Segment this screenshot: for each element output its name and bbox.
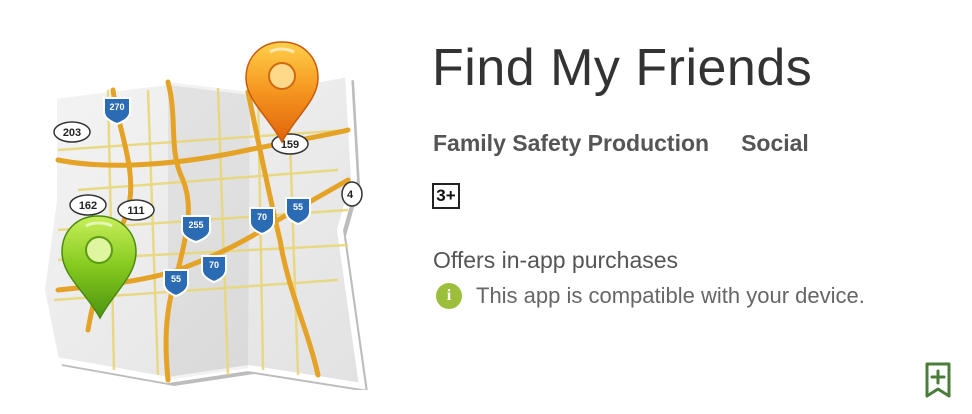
shield-255: 255 [181,215,211,244]
map-icon: 270 203 159 162 111 255 70 55 70 55 4 [38,41,368,390]
oval-159: 159 [271,133,309,155]
svg-text:55: 55 [293,202,303,212]
svg-text:159: 159 [281,139,299,151]
compatibility-text: This app is compatible with your device. [476,283,865,308]
svg-text:255: 255 [188,220,203,230]
shield-70-upper: 70 [249,207,275,236]
svg-text:203: 203 [63,127,81,139]
content-rating-badge: 3+ [432,183,460,209]
svg-text:162: 162 [79,200,97,212]
category-link[interactable]: Social [741,130,809,157]
app-card: 270 203 159 162 111 255 70 55 70 55 4 Fi… [0,0,972,414]
app-title: Find My Friends [432,39,813,97]
shield-70-lower: 70 [201,255,227,284]
svg-text:55: 55 [171,274,181,284]
info-circle-icon: i [436,283,462,309]
svg-text:70: 70 [209,260,219,270]
oval-162: 162 [69,194,107,216]
in-app-purchases-notice: Offers in-app purchases [433,247,679,273]
shield-55-right: 55 [285,197,311,226]
oval-203: 203 [53,121,91,143]
wishlist-button[interactable] [924,362,952,400]
app-meta: Family Safety Production Social [433,130,809,157]
app-icon: 270 203 159 162 111 255 70 55 70 55 4 [18,30,388,390]
developer-link[interactable]: Family Safety Production [433,130,709,157]
compatibility-notice: i This app is compatible with your devic… [436,283,865,309]
oval-111: 111 [117,199,155,221]
oval-4: 4 [341,181,363,207]
svg-text:4: 4 [347,189,354,201]
svg-text:111: 111 [127,205,144,217]
shield-270: 270 [103,97,131,126]
svg-text:70: 70 [257,212,267,222]
bookmark-add-icon [925,362,951,398]
svg-text:270: 270 [109,102,124,112]
shield-55-left: 55 [163,269,189,298]
